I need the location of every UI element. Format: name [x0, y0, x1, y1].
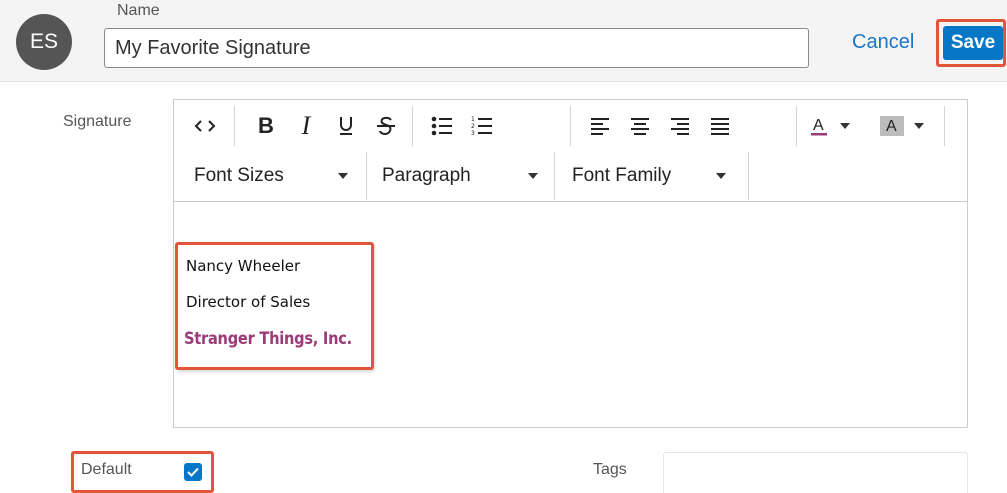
font-family-dropdown[interactable]: Font Family — [572, 160, 732, 192]
font-sizes-dropdown[interactable]: Font Sizes — [194, 160, 354, 192]
bold-icon[interactable]: B — [250, 110, 282, 142]
signature-name-text: Nancy Wheeler — [186, 257, 301, 275]
toolbar-row-formatting: B I 123 A A — [174, 100, 967, 152]
avatar: ES — [16, 14, 72, 70]
signature-label: Signature — [63, 113, 132, 130]
toolbar-row-dropdowns: Font Sizes Paragraph Font Family — [174, 152, 967, 201]
svg-text:2: 2 — [471, 123, 475, 130]
save-button[interactable]: Save — [943, 26, 1003, 60]
toolbar-separator — [748, 152, 749, 200]
align-left-icon[interactable] — [584, 110, 616, 142]
svg-text:1: 1 — [471, 116, 475, 123]
paragraph-label: Paragraph — [382, 165, 471, 186]
underline-icon[interactable] — [330, 110, 362, 142]
chevron-down-icon — [716, 173, 726, 179]
toolbar-separator — [366, 152, 367, 200]
align-right-icon[interactable] — [664, 110, 696, 142]
chevron-down-icon — [914, 123, 924, 129]
signature-company-logo: Stranger Things, Inc. — [184, 329, 352, 349]
toolbar-separator — [234, 106, 235, 146]
chevron-down-icon — [528, 173, 538, 179]
svg-text:A: A — [813, 117, 824, 134]
svg-text:3: 3 — [471, 130, 475, 137]
text-color-icon[interactable]: A — [810, 110, 858, 142]
toolbar-separator — [554, 152, 555, 200]
signature-title-text: Director of Sales — [186, 293, 311, 311]
align-center-icon[interactable] — [624, 110, 656, 142]
toolbar-separator — [796, 106, 797, 146]
editor-toolbar: B I 123 A A Font Sizes Paragraph Font Fa… — [174, 100, 967, 202]
chevron-down-icon — [840, 123, 850, 129]
paragraph-dropdown[interactable]: Paragraph — [382, 160, 542, 192]
toolbar-separator — [412, 106, 413, 146]
tags-label: Tags — [593, 461, 627, 478]
numbered-list-icon[interactable]: 123 — [466, 110, 498, 142]
default-label: Default — [81, 461, 132, 478]
chevron-down-icon — [338, 173, 348, 179]
tags-input[interactable] — [663, 452, 968, 493]
name-input[interactable] — [104, 28, 809, 68]
name-label: Name — [117, 2, 160, 19]
font-sizes-label: Font Sizes — [194, 165, 284, 186]
toolbar-separator — [944, 106, 945, 146]
cancel-button[interactable]: Cancel — [852, 31, 914, 54]
editor-content-area[interactable] — [174, 202, 967, 427]
record-header: ES Name Cancel Save — [0, 0, 1007, 82]
bullet-list-icon[interactable] — [426, 110, 458, 142]
strikethrough-icon[interactable] — [370, 110, 402, 142]
font-family-label: Font Family — [572, 165, 672, 186]
justify-icon[interactable] — [704, 110, 736, 142]
source-code-icon[interactable] — [188, 110, 222, 142]
default-checkbox[interactable] — [184, 463, 202, 481]
checkmark-icon — [187, 467, 199, 477]
italic-icon[interactable]: I — [290, 110, 322, 142]
svg-text:A: A — [886, 118, 897, 135]
toolbar-separator — [570, 106, 571, 146]
background-color-icon[interactable]: A — [880, 110, 940, 142]
